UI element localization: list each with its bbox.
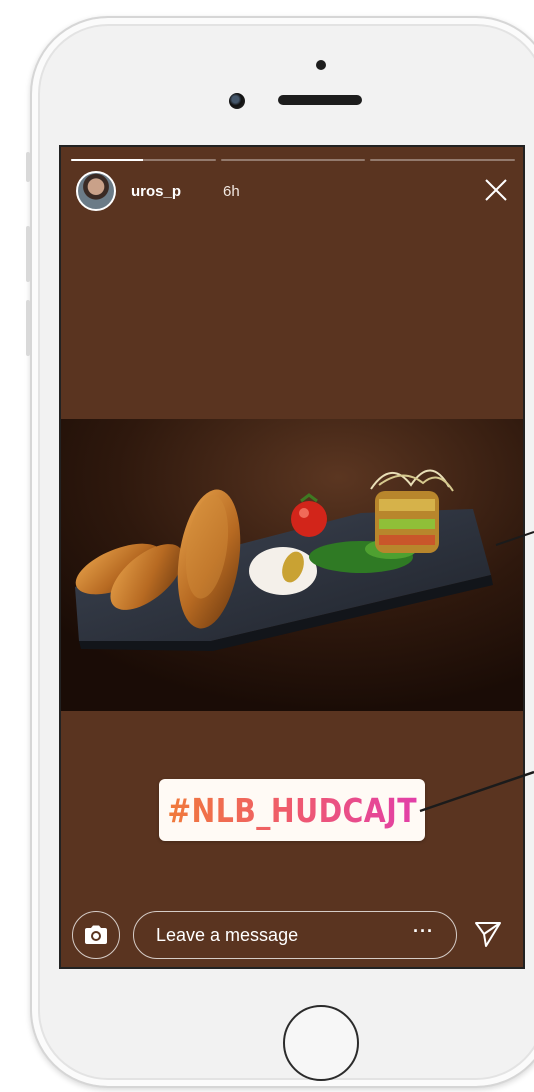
username[interactable]: uros_p [131,183,181,200]
story-time: 6h [223,183,240,200]
progress-segment [71,159,216,161]
progress-segment [370,159,516,161]
story-screen[interactable]: uros_p 6h #NLB_HUDCAJT Leave a message ·… [59,145,525,969]
close-icon[interactable] [483,177,509,203]
camera-icon [85,925,107,944]
progress-segment [220,159,366,161]
story-photo [61,419,523,711]
message-input[interactable]: Leave a message ··· [133,911,457,959]
avatar[interactable] [76,171,116,211]
volume-down-button[interactable] [26,300,30,356]
story-progress [71,159,516,162]
front-camera [229,93,245,109]
mute-switch[interactable] [26,152,30,182]
volume-up-button[interactable] [26,226,30,282]
hashtag-text: #NLB_HUDCAJT [167,790,417,830]
paper-plane-icon[interactable] [473,919,503,949]
camera-button[interactable] [72,911,120,959]
proximity-sensor [316,60,326,70]
more-options-icon[interactable]: ··· [413,921,434,942]
hashtag-sticker[interactable]: #NLB_HUDCAJT [159,779,425,841]
earpiece-speaker [278,95,362,105]
home-button[interactable] [283,1005,359,1081]
message-placeholder: Leave a message [156,925,299,945]
food-plate-image [61,419,523,711]
